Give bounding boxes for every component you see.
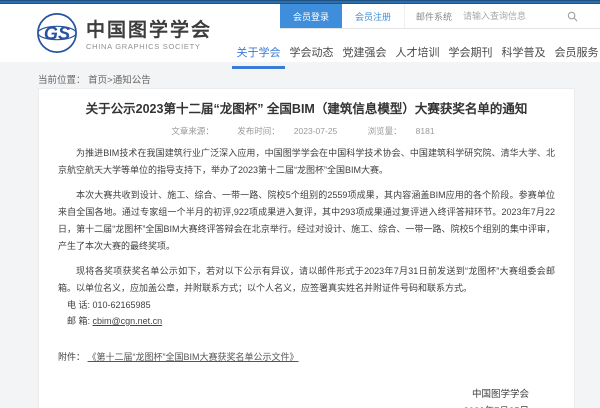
svg-text:GS: GS bbox=[44, 24, 70, 44]
breadcrumb-label: 当前位置： bbox=[38, 75, 86, 86]
member-register-button[interactable]: 会员注册 bbox=[342, 4, 405, 28]
breadcrumb-home-link[interactable]: 首页 bbox=[88, 75, 107, 86]
signature-block: 中国图学学会 2023年7月25日 bbox=[58, 386, 555, 408]
nav-item-member-service[interactable]: 会员服务 bbox=[550, 44, 600, 69]
attachment-link[interactable]: 《第十二届“龙图杯”全国BIM大赛获奖名单公示文件》 bbox=[88, 352, 299, 362]
nav-item-training[interactable]: 人才培训 bbox=[391, 44, 444, 69]
article-title: 关于公示2023第十二届“龙图杯” 全国BIM（建筑信息模型）大赛获奖名单的通知 bbox=[58, 101, 555, 118]
meta-source-label: 文章来源： bbox=[171, 126, 214, 136]
utility-bar: 会员登录 会员注册 邮件系统 bbox=[280, 4, 600, 29]
article-body: 为推进BIM技术在我国建筑行业广泛深入应用，中国图学学会在中国科学技术协会、中国… bbox=[58, 145, 555, 297]
site-subtitle: CHINA GRAPHICS SOCIETY bbox=[86, 42, 212, 51]
paragraph-1: 为推进BIM技术在我国建筑行业广泛深入应用，中国图学学会在中国科学技术协会、中国… bbox=[58, 145, 555, 179]
nav-item-journal[interactable]: 学会期刊 bbox=[444, 44, 497, 69]
society-emblem-icon: GS bbox=[36, 12, 78, 59]
paragraph-3: 现将各奖项获奖名单公示如下，若对以下公示有异议，请以邮件形式于2023年7月31… bbox=[58, 263, 555, 297]
breadcrumb-current: 通知公告 bbox=[113, 75, 151, 86]
article-meta: 文章来源： 发布时间：2023-07-25 浏览量：8181 bbox=[58, 126, 555, 137]
attachment-label: 附件： bbox=[58, 352, 85, 362]
nav-item-science[interactable]: 科学普及 bbox=[497, 44, 550, 69]
nav-item-news[interactable]: 学会动态 bbox=[285, 44, 338, 69]
phone-value: 010-62165985 bbox=[93, 300, 151, 310]
site-title: 中国图学学会 bbox=[86, 20, 212, 42]
nav-item-party[interactable]: 党建强会 bbox=[338, 44, 391, 69]
paragraph-2: 本次大赛共收到设计、施工、综合、一带一路、院校5个组别的2559项成果，其内容涵… bbox=[58, 187, 555, 255]
member-login-button[interactable]: 会员登录 bbox=[280, 4, 342, 28]
phone-line: 电 话: 010-62165985 bbox=[58, 297, 555, 313]
attachment-line: 附件： 《第十二届“龙图杯”全国BIM大赛获奖名单公示文件》 bbox=[58, 351, 555, 364]
site-logo[interactable]: GS 中国图学学会 CHINA GRAPHICS SOCIETY bbox=[36, 12, 212, 59]
signature-date: 2023年7月25日 bbox=[58, 403, 529, 408]
mail-system-button[interactable]: 邮件系统 bbox=[405, 4, 463, 28]
search-icon[interactable] bbox=[555, 4, 589, 28]
email-link[interactable]: cbim@cgn.net.cn bbox=[93, 316, 163, 326]
utility-bar-spacer bbox=[589, 4, 600, 28]
email-line: 邮 箱: cbim@cgn.net.cn bbox=[58, 313, 555, 329]
search-input[interactable] bbox=[463, 4, 555, 28]
site-header: GS 中国图学学会 CHINA GRAPHICS SOCIETY 会员登录 会员… bbox=[0, 4, 600, 62]
meta-views: 浏览量：8181 bbox=[361, 126, 442, 136]
main-nav: 关于学会 学会动态 党建强会 人才培训 学会期刊 科学普及 会员服务 团体标准 … bbox=[232, 44, 600, 69]
meta-time: 发布时间：2023-07-25 bbox=[230, 126, 344, 136]
page-body: 当前位置： 首页>通知公告 关于公示2023第十二届“龙图杯” 全国BIM（建筑… bbox=[0, 62, 600, 408]
article-card: 关于公示2023第十二届“龙图杯” 全国BIM（建筑信息模型）大赛获奖名单的通知… bbox=[38, 88, 575, 408]
signature-org: 中国图学学会 bbox=[58, 386, 529, 403]
nav-item-about[interactable]: 关于学会 bbox=[232, 44, 285, 69]
